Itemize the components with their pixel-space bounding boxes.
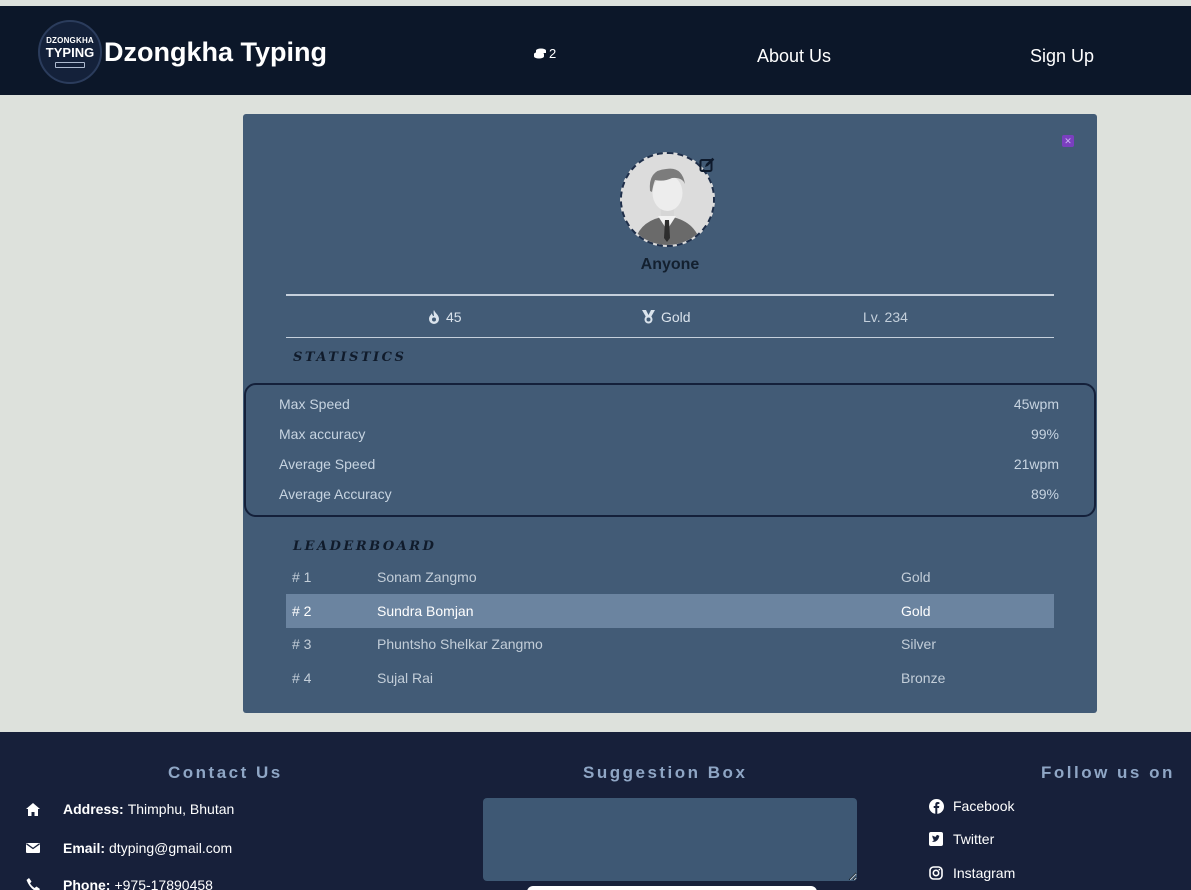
- email-label: Email:: [63, 840, 106, 856]
- leaderboard-row[interactable]: # 3 Phuntsho Shelkar Zangmo Silver: [286, 627, 1054, 661]
- logo-link[interactable]: DZONGKHA TYPING Dzongkha Typing: [38, 20, 327, 84]
- suggestion-textarea[interactable]: [483, 798, 857, 881]
- stat-label: Max accuracy: [279, 426, 366, 442]
- keyboard-icon: [55, 61, 85, 68]
- leaderboard-rank: # 4: [292, 670, 312, 686]
- contact-address: Address: Thimphu, Bhutan: [25, 801, 234, 817]
- phone-value[interactable]: +975-17890458: [114, 877, 213, 890]
- leaderboard-name: Phuntsho Shelkar Zangmo: [377, 636, 543, 652]
- follow-heading: Follow us on: [1041, 763, 1175, 782]
- social-facebook[interactable]: Facebook: [928, 798, 1014, 814]
- suggestion-heading: Suggestion Box: [583, 763, 748, 782]
- leaderboard-row[interactable]: # 4 Sujal Rai Bronze: [286, 661, 1054, 695]
- stat-label: Average Accuracy: [279, 486, 392, 502]
- twitter-icon: [928, 831, 944, 847]
- phone-icon: [25, 878, 41, 890]
- close-icon: ✕: [1064, 136, 1072, 146]
- logo-line1: DZONGKHA: [46, 35, 94, 45]
- logo-line2: TYPING: [45, 44, 95, 60]
- leaderboard-rank: # 2: [292, 603, 312, 619]
- contact-heading: Contact Us: [168, 763, 283, 782]
- leaderboard-rank: # 1: [292, 569, 312, 585]
- leaderboard-rank: # 3: [292, 636, 312, 652]
- profile-modal: ✕ Anyone 45 Gold Lv. 234 STATISTICS Max …: [243, 114, 1097, 713]
- stat-value: 45wpm: [1013, 396, 1059, 412]
- stat-row: Average Speed 21wpm: [279, 456, 1059, 472]
- divider: [286, 294, 1054, 296]
- leaderboard-row-highlighted[interactable]: # 2 Sundra Bomjan Gold: [286, 594, 1054, 628]
- social-instagram[interactable]: Instagram: [928, 865, 1015, 881]
- contact-email: Email: dtyping@gmail.com: [25, 840, 232, 856]
- nav-sign-up[interactable]: Sign Up: [1030, 46, 1094, 67]
- leaderboard-tier: Silver: [901, 636, 937, 652]
- profile-username: Anyone: [640, 256, 700, 273]
- stat-value: 99%: [1030, 426, 1059, 442]
- stat-value: 21wpm: [1013, 456, 1059, 472]
- stat-label: Max Speed: [279, 396, 350, 412]
- coin-counter: 2: [533, 46, 556, 61]
- leaderboard-name: Sujal Rai: [377, 670, 434, 686]
- leaderboard-name: Sundra Bomjan: [377, 603, 474, 619]
- stat-row: Max Speed 45wpm: [279, 396, 1059, 412]
- header-bar: DZONGKHA TYPING Dzongkha Typing 2 About …: [0, 0, 1191, 95]
- twitter-label: Twitter: [953, 831, 995, 847]
- flame-icon: [429, 310, 439, 324]
- facebook-icon: [928, 798, 944, 814]
- level-stat: Lv. 234: [863, 309, 908, 325]
- coins-icon: [534, 48, 546, 58]
- divider: [286, 337, 1054, 338]
- suggestion-submit-button[interactable]: [527, 886, 817, 890]
- footer: Contact Us Suggestion Box Follow us on A…: [0, 732, 1191, 890]
- close-button[interactable]: ✕: [1062, 135, 1074, 147]
- envelope-icon: [25, 841, 41, 855]
- logo-badge: DZONGKHA TYPING: [38, 20, 102, 84]
- brand-title: Dzongkha Typing: [104, 36, 327, 67]
- level-value: Lv. 234: [863, 309, 908, 325]
- leaderboard-heading: LEADERBOARD: [293, 539, 437, 554]
- phone-label: Phone:: [63, 877, 111, 890]
- social-twitter[interactable]: Twitter: [928, 831, 994, 847]
- statistics-heading: STATISTICS: [293, 350, 407, 365]
- medal-value: Gold: [661, 309, 691, 325]
- leaderboard-tier: Gold: [901, 603, 931, 619]
- leaderboard-row[interactable]: # 1 Sonam Zangmo Gold: [286, 560, 1054, 594]
- medal-icon: [642, 310, 655, 324]
- leaderboard-tier: Gold: [901, 569, 931, 585]
- stat-row: Average Accuracy 89%: [279, 486, 1059, 502]
- leaderboard-tier: Bronze: [901, 670, 946, 686]
- stat-value: 89%: [1030, 486, 1059, 502]
- streak-stat: 45: [428, 309, 462, 325]
- email-value[interactable]: dtyping@gmail.com: [109, 840, 232, 856]
- instagram-label: Instagram: [953, 865, 1016, 881]
- facebook-label: Facebook: [953, 798, 1015, 814]
- streak-value: 45: [446, 309, 462, 325]
- nav-about-us[interactable]: About Us: [757, 46, 831, 67]
- instagram-icon: [928, 865, 944, 881]
- coin-count: 2: [549, 46, 557, 61]
- stat-row: Max accuracy 99%: [279, 426, 1059, 442]
- contact-phone: Phone: +975-17890458: [25, 877, 213, 890]
- address-label: Address:: [63, 801, 124, 817]
- medal-stat: Gold: [642, 309, 691, 325]
- home-icon: [25, 802, 41, 816]
- stat-label: Average Speed: [279, 456, 376, 472]
- edit-avatar-icon[interactable]: [699, 157, 715, 173]
- address-value: Thimphu, Bhutan: [127, 801, 235, 817]
- leaderboard-name: Sonam Zangmo: [377, 569, 477, 585]
